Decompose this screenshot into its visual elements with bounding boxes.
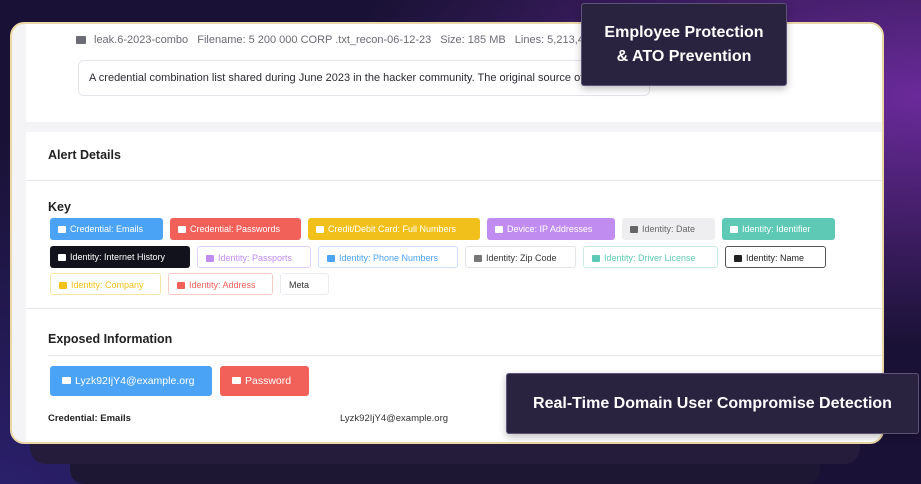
mailbox-icon (474, 255, 482, 262)
leak-size: Size: 185 MB (440, 34, 506, 46)
phone-icon (327, 255, 335, 262)
key-icon (178, 226, 186, 233)
exposed-row-label: Credential: Emails (48, 413, 131, 424)
calendar-icon (630, 226, 638, 233)
key-tag-company: Identity: Company (50, 273, 161, 295)
key-tag-identity-date: Identity: Date (622, 218, 715, 240)
key-tag-credential-emails: Credential: Emails (50, 218, 163, 240)
map-pin-icon (177, 282, 185, 289)
callout-domain-compromise: Real-Time Domain User Compromise Detecti… (506, 373, 919, 434)
leak-description: A credential combination list shared dur… (78, 60, 650, 96)
id-card-icon (730, 226, 738, 233)
laptop-icon (495, 226, 503, 233)
exposed-row-value: Lyzk92IjY4@example.org (340, 413, 449, 424)
key-title: Key (48, 200, 71, 214)
key-tag-zip-code: Identity: Zip Code (465, 246, 576, 268)
alert-details-title: Alert Details (48, 148, 121, 162)
key-tag-identity-identifier: Identity: Identifier (722, 218, 835, 240)
leak-filename: Filename: 5 200 000 CORP .txt_recon-06-1… (197, 34, 432, 46)
exposed-email-button[interactable]: Lyzk92IjY4@example.org (50, 366, 212, 396)
key-icon (232, 377, 241, 384)
leak-name: leak.6-2023-combo (94, 34, 189, 46)
exposed-information-title: Exposed Information (48, 332, 173, 346)
key-tag-phone-numbers: Identity: Phone Numbers (318, 246, 458, 268)
alert-details-divider (26, 180, 882, 181)
key-tag-meta: Meta (280, 273, 329, 295)
envelope-icon (58, 226, 66, 233)
passport-icon (206, 255, 214, 262)
key-tag-driver-license: Identity: Driver License (583, 246, 718, 268)
key-tag-identity-name: Identity: Name (725, 246, 826, 268)
exposed-password-button[interactable]: Password (220, 366, 309, 396)
history-icon (58, 254, 66, 261)
key-tag-internet-history: Identity: Internet History (50, 246, 190, 268)
key-tag-device-ip: Device: IP Addresses (487, 218, 615, 240)
card-icon (316, 226, 324, 233)
building-icon (59, 282, 67, 289)
key-tag-card-numbers: Credit/Debit Card: Full Numbers (308, 218, 480, 240)
exposed-divider (48, 355, 882, 356)
key-tag-passports: Identity: Passports (197, 246, 311, 268)
key-tag-address: Identity: Address (168, 273, 273, 295)
key-tag-credential-passwords: Credential: Passwords (170, 218, 301, 240)
envelope-icon (62, 377, 71, 384)
user-icon (734, 255, 742, 262)
leak-meta-row: leak.6-2023-combo Filename: 5 200 000 CO… (76, 34, 596, 46)
callout-employee-protection: Employee Protection & ATO Prevention (581, 3, 787, 86)
file-icon (76, 36, 86, 45)
license-icon (592, 255, 600, 262)
key-divider (26, 308, 882, 309)
